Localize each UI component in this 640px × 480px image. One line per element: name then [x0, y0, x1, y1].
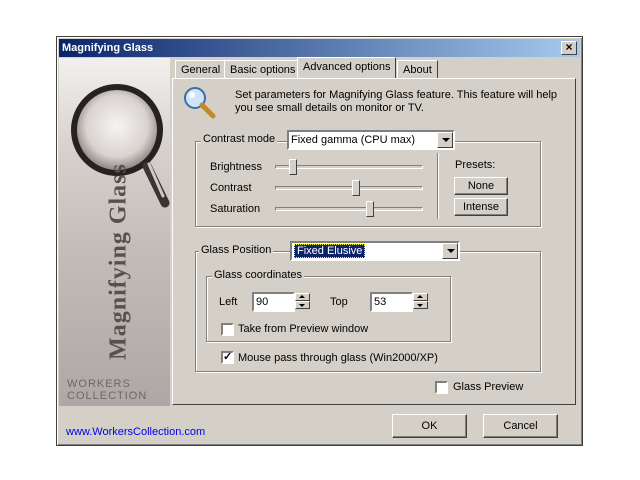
- glass-preview-label: Glass Preview: [453, 381, 524, 393]
- brightness-slider[interactable]: [275, 159, 423, 175]
- top-input[interactable]: 53: [370, 292, 413, 312]
- contrast-mode-value: Fixed gamma (CPU max): [291, 134, 416, 146]
- window-title: Magnifying Glass: [62, 42, 154, 54]
- tab-basic-options[interactable]: Basic options: [224, 60, 302, 78]
- glass-position-value: Fixed Elusive: [294, 244, 366, 258]
- glass-position-label: Glass Position: [199, 244, 274, 256]
- top-down-arrow-icon[interactable]: [413, 301, 428, 309]
- slider-thumb[interactable]: [366, 201, 374, 217]
- preset-none-button[interactable]: None: [454, 177, 508, 195]
- contrast-mode-select[interactable]: Fixed gamma (CPU max): [287, 130, 455, 150]
- brand-line-2: COLLECTION: [67, 390, 148, 402]
- product-banner: Magnifying Glass WORKERS COLLECTION: [59, 58, 170, 406]
- glass-preview-checkbox[interactable]: [435, 381, 448, 394]
- presets-label: Presets:: [455, 159, 496, 171]
- mouse-pass-checkbox[interactable]: ✓: [221, 351, 234, 364]
- ok-button[interactable]: OK: [392, 414, 467, 438]
- left-input[interactable]: 90: [252, 292, 295, 312]
- chevron-down-icon[interactable]: [437, 132, 453, 148]
- slider-track: [275, 207, 423, 211]
- slider-track: [275, 165, 423, 169]
- glass-coordinates-label: Glass coordinates: [212, 269, 305, 281]
- tab-advanced-options[interactable]: Advanced options: [297, 57, 397, 78]
- tab-general[interactable]: General: [175, 60, 227, 78]
- slider-thumb[interactable]: [289, 159, 297, 175]
- separator: [437, 153, 439, 219]
- tab-about[interactable]: About: [397, 60, 438, 78]
- take-from-preview-label: Take from Preview window: [238, 323, 369, 335]
- magnifier-icon: [184, 87, 216, 119]
- slider-track: [275, 186, 423, 190]
- top-label: Top: [330, 296, 348, 308]
- preset-intense-button[interactable]: Intense: [454, 198, 508, 216]
- take-from-preview-checkbox[interactable]: [221, 323, 234, 336]
- saturation-slider[interactable]: [275, 201, 423, 217]
- glass-position-select[interactable]: Fixed Elusive: [290, 241, 460, 261]
- dialog-window: Magnifying Glass × Magnifying Glass WORK…: [56, 36, 583, 446]
- top-up-arrow-icon[interactable]: [413, 293, 428, 301]
- left-up-arrow-icon[interactable]: [295, 293, 310, 301]
- title-bar: Magnifying Glass ×: [59, 39, 580, 57]
- slider-thumb[interactable]: [352, 180, 360, 196]
- website-link[interactable]: www.WorkersCollection.com: [66, 426, 205, 438]
- chevron-down-icon[interactable]: [442, 243, 458, 259]
- left-label: Left: [219, 296, 238, 308]
- left-down-arrow-icon[interactable]: [295, 301, 310, 309]
- saturation-label: Saturation: [210, 203, 261, 215]
- contrast-mode-label: Contrast mode: [201, 133, 278, 145]
- brand-line-1: WORKERS: [67, 378, 131, 390]
- mouse-pass-label: Mouse pass through glass (Win2000/XP): [238, 352, 438, 364]
- contrast-slider[interactable]: [275, 180, 423, 196]
- banner-brand: WORKERS COLLECTION: [67, 378, 147, 402]
- brightness-label: Brightness: [210, 161, 262, 173]
- cancel-button[interactable]: Cancel: [483, 414, 558, 438]
- banner-title: Magnifying Glass: [105, 163, 132, 360]
- description-text: Set parameters for Magnifying Glass feat…: [235, 89, 558, 114]
- contrast-label: Contrast: [210, 182, 252, 194]
- close-button[interactable]: ×: [561, 41, 577, 55]
